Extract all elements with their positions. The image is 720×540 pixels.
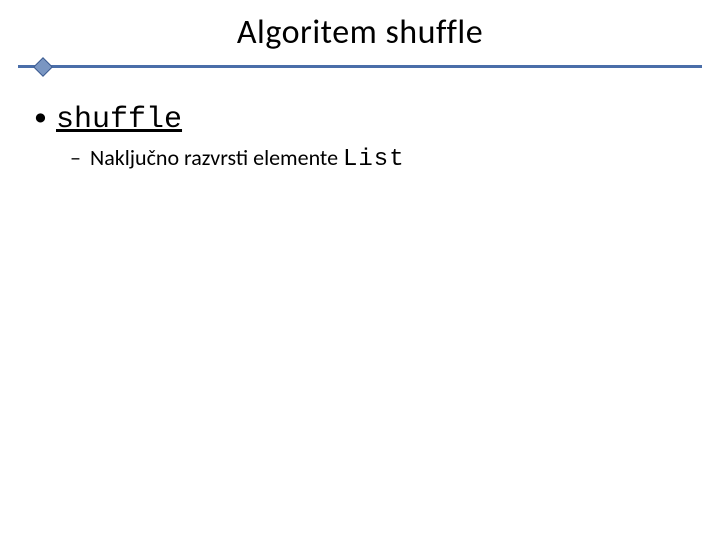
list-item: shuffle Naključno razvrsti elemente List <box>56 100 690 175</box>
title-area: Algoritem shuffle <box>0 12 720 53</box>
sub-bullet-text: Naključno razvrsti elemente <box>90 144 343 171</box>
bullet-list-level-2: Naključno razvrsti elemente List <box>56 144 690 175</box>
code-text-list: List <box>343 146 405 173</box>
content-area: shuffle Naključno razvrsti elemente List <box>30 100 690 181</box>
list-item: Naključno razvrsti elemente List <box>90 144 690 175</box>
shuffle-link[interactable]: shuffle <box>56 103 182 137</box>
slide: Algoritem shuffle shuffle Naključno razv… <box>0 0 720 540</box>
bullet-list-level-1: shuffle Naključno razvrsti elemente List <box>30 100 690 175</box>
diamond-icon <box>33 57 53 77</box>
horizontal-line <box>18 65 702 68</box>
title-rule <box>18 60 702 74</box>
slide-title: Algoritem shuffle <box>237 12 483 53</box>
